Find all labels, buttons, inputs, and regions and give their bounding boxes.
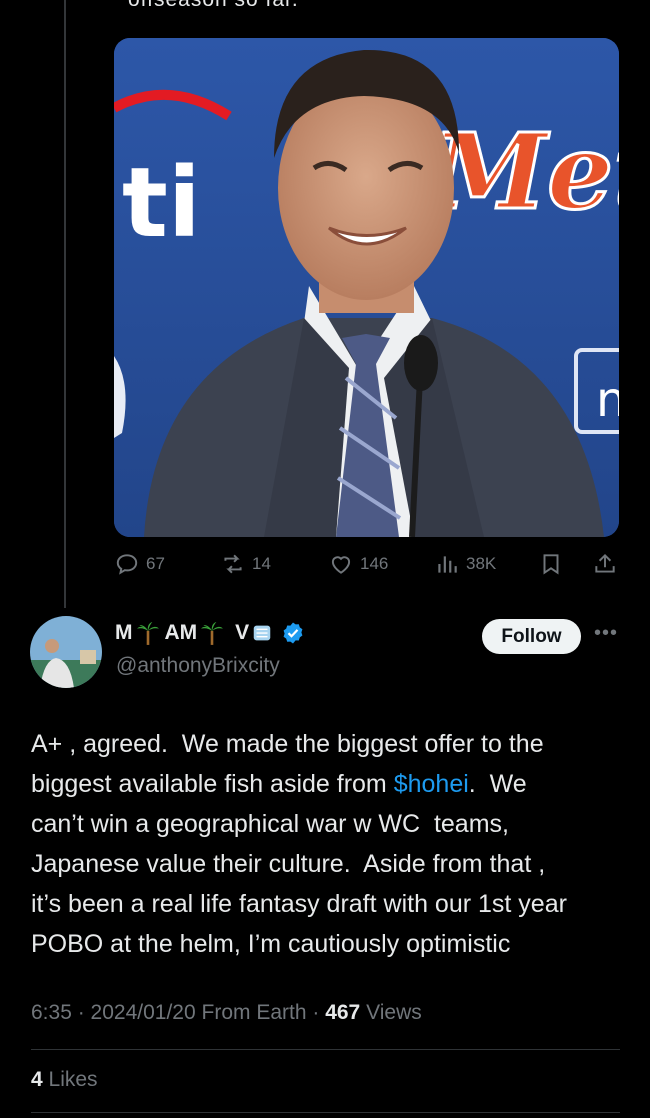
thread-line: [64, 0, 66, 608]
text-line: it’s been a real life fantasy draft with…: [31, 890, 567, 918]
text-line: POBO at the helm, I’m cautiously optimis…: [31, 930, 511, 958]
tweet-time[interactable]: 6:35: [31, 1001, 72, 1024]
backdrop-citi-text: ti: [122, 147, 201, 259]
likes-label: Likes: [48, 1068, 98, 1091]
divider: [31, 1112, 620, 1113]
svg-text:n: n: [596, 372, 619, 428]
author-handle[interactable]: @anthonyBrixcity: [116, 654, 280, 678]
avatar-photo: [30, 616, 102, 688]
reply-icon: [116, 554, 138, 575]
reply-count: 67: [146, 554, 165, 573]
tweet-source: From Earth: [201, 1001, 307, 1024]
text-line: Japanese value their culture. Aside from…: [31, 850, 546, 878]
text-line: A+ , agreed. We made the biggest offer t…: [31, 730, 544, 758]
verified-badge-icon: [283, 622, 303, 644]
divider: [31, 1049, 620, 1050]
views-button[interactable]: 38K: [434, 551, 496, 577]
press-conference-photo: ti Mets n: [114, 38, 619, 537]
ice-cube-icon: [253, 625, 271, 641]
repost-button[interactable]: 14: [220, 551, 271, 577]
tweet-action-bar: 67 14 146 38K: [114, 551, 624, 579]
text-line: biggest available fish aside from $hohei…: [31, 770, 527, 798]
views-icon: [438, 556, 457, 573]
cashtag-link[interactable]: $hohei: [394, 770, 469, 798]
like-button[interactable]: 146: [328, 551, 388, 577]
views-total: 467: [325, 1001, 361, 1024]
repost-count: 14: [252, 554, 271, 573]
palm-tree-icon: [201, 622, 224, 645]
views-count: 38K: [466, 554, 497, 573]
previous-tweet-text: offseason so far.: [128, 0, 299, 12]
bookmark-button[interactable]: [538, 551, 564, 577]
follow-button[interactable]: Follow: [482, 619, 581, 654]
likes-count: 4: [31, 1068, 43, 1091]
repost-icon: [224, 554, 242, 574]
palm-tree-icon: [136, 622, 159, 645]
tweet-media-image[interactable]: ti Mets n: [114, 38, 619, 537]
share-icon: [595, 553, 615, 573]
bookmark-icon: [543, 554, 559, 575]
author-name[interactable]: M AM V: [115, 620, 305, 646]
reply-text: A+ , agreed. We made the biggest offer t…: [31, 724, 631, 964]
more-options-icon[interactable]: •••: [594, 622, 618, 645]
share-button[interactable]: [592, 551, 618, 577]
tweet-metadata: 6:35 · 2024/01/20 From Earth · 467 Views: [31, 1001, 422, 1024]
like-count: 146: [360, 554, 389, 573]
like-icon: [331, 556, 351, 574]
author-avatar[interactable]: [30, 616, 102, 688]
text-line: can’t win a geographical war w WC teams,: [31, 810, 509, 838]
likes-summary[interactable]: 4 Likes: [31, 1068, 98, 1092]
tweet-date[interactable]: 2024/01/20: [91, 1001, 196, 1024]
reply-button[interactable]: 67: [114, 551, 165, 577]
views-label: Views: [366, 1001, 422, 1024]
